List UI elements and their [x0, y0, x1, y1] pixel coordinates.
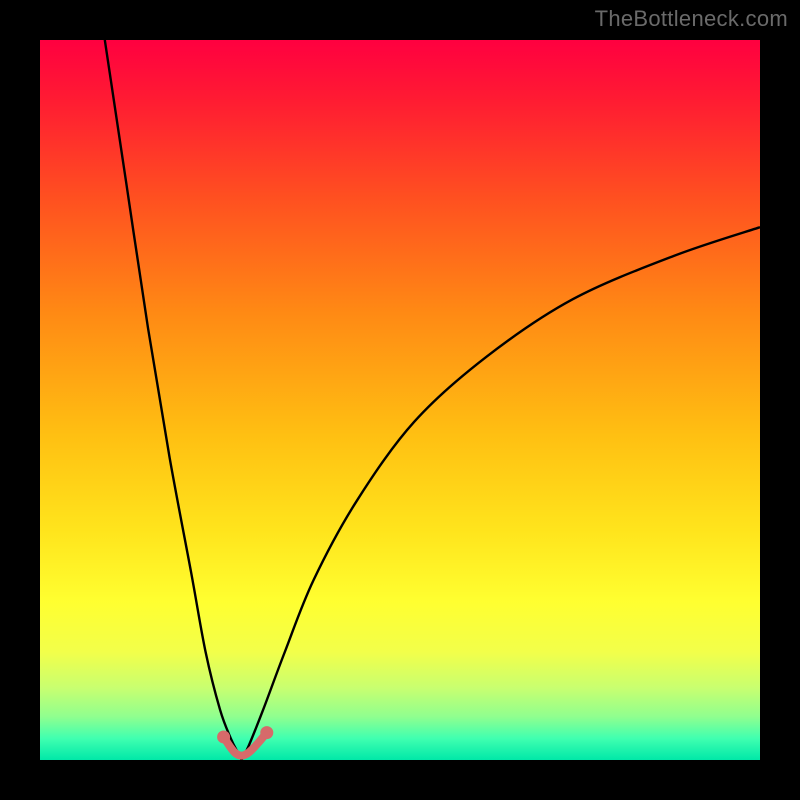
bottleneck-curve-left	[105, 40, 242, 760]
plot-area	[40, 40, 760, 760]
chart-frame: TheBottleneck.com	[0, 0, 800, 800]
notch-dot	[260, 726, 273, 739]
curve-layer	[40, 40, 760, 760]
bottleneck-curve-right	[242, 227, 760, 760]
watermark-text: TheBottleneck.com	[595, 6, 788, 32]
notch-dot	[217, 730, 230, 743]
